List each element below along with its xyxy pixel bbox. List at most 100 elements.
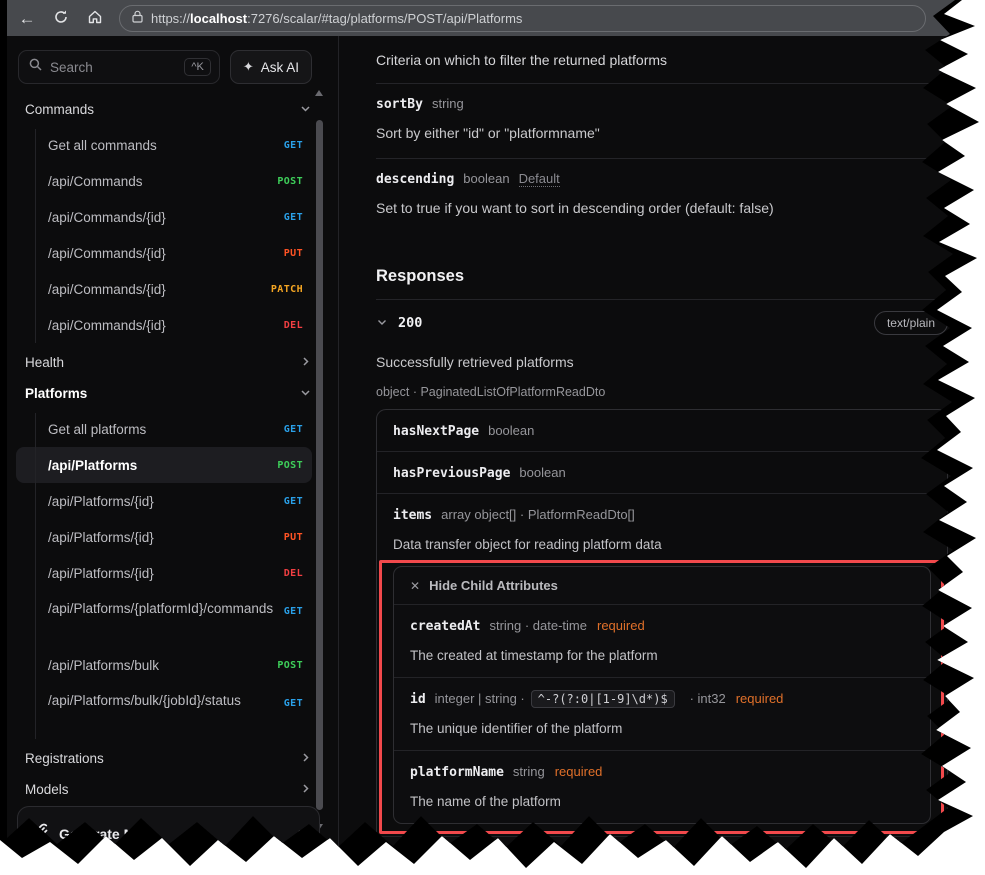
field-name: pageIndex (393, 851, 463, 866)
endpoint-detail-panel: Criteria on which to filter the returned… (339, 36, 958, 875)
method-badge: POST (277, 660, 303, 671)
section-label: Models (25, 782, 69, 797)
param-type: string (432, 96, 464, 111)
required-badge: required (736, 691, 784, 706)
back-icon[interactable]: ← (17, 10, 37, 27)
field-description: The name of the platform (410, 792, 914, 811)
sidebar-section-health[interactable]: Health (7, 347, 338, 378)
lock-icon (132, 10, 143, 26)
sidebar-section-platforms[interactable]: Platforms (7, 378, 338, 409)
method-badge: GET (284, 212, 303, 223)
ask-ai-button[interactable]: ✦ Ask AI (230, 50, 312, 84)
field-name: hasNextPage (393, 424, 479, 439)
sidebar-item-get-all-commands[interactable]: Get all commandsGET (16, 127, 312, 163)
method-badge: DEL (284, 320, 303, 331)
param-description: Set to true if you want to sort in desce… (376, 198, 948, 218)
method-badge: POST (277, 176, 303, 187)
method-badge: POST (277, 460, 303, 471)
sidebar-item-get-platform-by-id[interactable]: /api/Platforms/{id}GET (16, 483, 312, 519)
hide-child-attributes-button[interactable]: ✕ Hide Child Attributes (394, 567, 930, 605)
field-description: Data transfer object for reading platfor… (393, 535, 931, 554)
field-type: · int32 (727, 850, 763, 865)
sidebar-section-registrations[interactable]: Registrations (7, 743, 338, 774)
chevron-right-icon (299, 751, 312, 767)
chevron-down-icon (376, 315, 388, 331)
scalar-app: Search ^K ✦ Ask AI Commands (7, 36, 958, 875)
sidebar-item-get-command-by-id[interactable]: /api/Commands/{id}GET (16, 199, 312, 235)
search-input[interactable]: Search ^K (18, 50, 220, 84)
home-icon[interactable] (85, 9, 105, 28)
sidebar-item-post-commands[interactable]: /api/CommandsPOST (16, 163, 312, 199)
content-type-badge[interactable]: text/plain (874, 311, 948, 335)
chevron-right-icon (299, 782, 312, 798)
search-icon (29, 58, 42, 76)
sidebar-section-commands[interactable]: Commands (7, 94, 338, 125)
param-sortby: sortBy string Sort by either "id" or "pla… (376, 84, 948, 158)
param-name: descending (376, 172, 454, 187)
sidebar-item-bulk-job-status[interactable]: /api/Platforms/bulk/{jobId}/statusGET (16, 683, 312, 739)
sidebar-item-get-all-platforms[interactable]: Get all platformsGET (16, 411, 312, 447)
response-200-toggle[interactable]: 200 text/plain (376, 311, 948, 335)
sidebar-item-platform-commands[interactable]: /api/Platforms/{platformId}/commandsGET (16, 591, 312, 647)
field-name: hasPreviousPage (393, 466, 510, 481)
field-type: boolean (488, 423, 534, 438)
field-id: idinteger | string · ^-?(?:0|[1-9]\d*)$ … (394, 678, 930, 751)
generate-mcp-label: Generate MCP (59, 826, 283, 842)
section-label: Commands (25, 102, 94, 117)
field-type: integer | string · (435, 691, 525, 706)
field-type: string · date-time (489, 618, 587, 633)
sidebar-item-put-command[interactable]: /api/Commands/{id}PUT (16, 235, 312, 271)
field-name: items (393, 508, 432, 523)
hide-child-attributes-label: Hide Child Attributes (429, 578, 558, 593)
mcp-logo-icon (32, 823, 49, 845)
browser-toolbar: ← https://localhost:7276/scalar/#tag/pla… (7, 0, 958, 36)
browser-window: ← https://localhost:7276/scalar/#tag/pla… (7, 0, 958, 875)
sidebar-scrollbar-thumb[interactable] (316, 120, 323, 810)
ask-ai-label: Ask AI (261, 60, 299, 75)
search-placeholder: Search (50, 60, 176, 75)
field-type: array object[] · PlatformReadDto[] (441, 507, 635, 522)
chevron-right-icon (299, 355, 312, 371)
refresh-icon[interactable] (51, 9, 71, 28)
method-badge: GET (284, 694, 303, 714)
screenshot-stage: ← https://localhost:7276/scalar/#tag/pla… (0, 0, 985, 875)
close-icon: ✕ (410, 579, 420, 593)
method-badge: PATCH (271, 284, 303, 295)
sidebar-item-patch-command[interactable]: /api/Commands/{id}PATCH (16, 271, 312, 307)
sidebar-item-put-platform[interactable]: /api/Platforms/{id}PUT (16, 519, 312, 555)
param-descending: descendingbooleanDefault Set to true if … (376, 159, 948, 233)
sidebar-item-del-platform[interactable]: /api/Platforms/{id}DEL (16, 555, 312, 591)
schema-type-label: object · PaginatedListOfPlatformReadDto (376, 385, 948, 399)
field-type: integer | string · (472, 850, 562, 865)
method-badge: PUT (284, 532, 303, 543)
field-name: createdAt (410, 619, 480, 634)
field-pageindex: pageIndex integer | string · ^-?(?:0|[1-9… (377, 837, 947, 875)
method-badge: GET (284, 496, 303, 507)
method-badge: GET (284, 424, 303, 435)
param-type: boolean (463, 171, 509, 186)
sidebar-item-post-platforms-selected[interactable]: /api/PlatformsPOST (16, 447, 312, 483)
sidebar-item-del-command[interactable]: /api/Commands/{id}DEL (16, 307, 312, 343)
sidebar-search-row: Search ^K ✦ Ask AI (7, 36, 338, 94)
chevron-down-icon (299, 102, 312, 118)
generate-mcp-button[interactable]: Generate MCP ↗ (17, 806, 320, 875)
torn-edge-frame: ← https://localhost:7276/scalar/#tag/pla… (0, 0, 985, 875)
param-name: sortBy (376, 97, 423, 112)
child-attributes-wrapper: ✕ Hide Child Attributes createdAt string … (393, 566, 931, 824)
commands-items: Get all commandsGET /api/CommandsPOST /a… (7, 125, 338, 347)
required-badge: required (597, 618, 645, 633)
section-label: Health (25, 355, 64, 370)
regex-pattern-pill: ^-?(?:0|[1-9]\d*)$ (531, 690, 675, 708)
regex-pattern-pill: ^-?(?:0|[1-9]\d*)$ (568, 849, 712, 867)
method-badge: GET (284, 602, 303, 622)
responses-heading: Responses (376, 267, 948, 286)
chevron-down-icon (299, 386, 312, 402)
url-text: https://localhost:7276/scalar/#tag/platf… (151, 11, 522, 26)
sidebar-item-platforms-bulk[interactable]: /api/Platforms/bulkPOST (16, 647, 312, 683)
sidebar: Search ^K ✦ Ask AI Commands (7, 36, 339, 875)
param-description: Sort by either "id" or "platformname" (376, 123, 948, 143)
section-label: Registrations (25, 751, 104, 766)
scrollbar-up-arrow[interactable] (315, 90, 323, 96)
sidebar-section-models[interactable]: Models (7, 774, 338, 805)
address-bar[interactable]: https://localhost:7276/scalar/#tag/platf… (119, 5, 926, 32)
